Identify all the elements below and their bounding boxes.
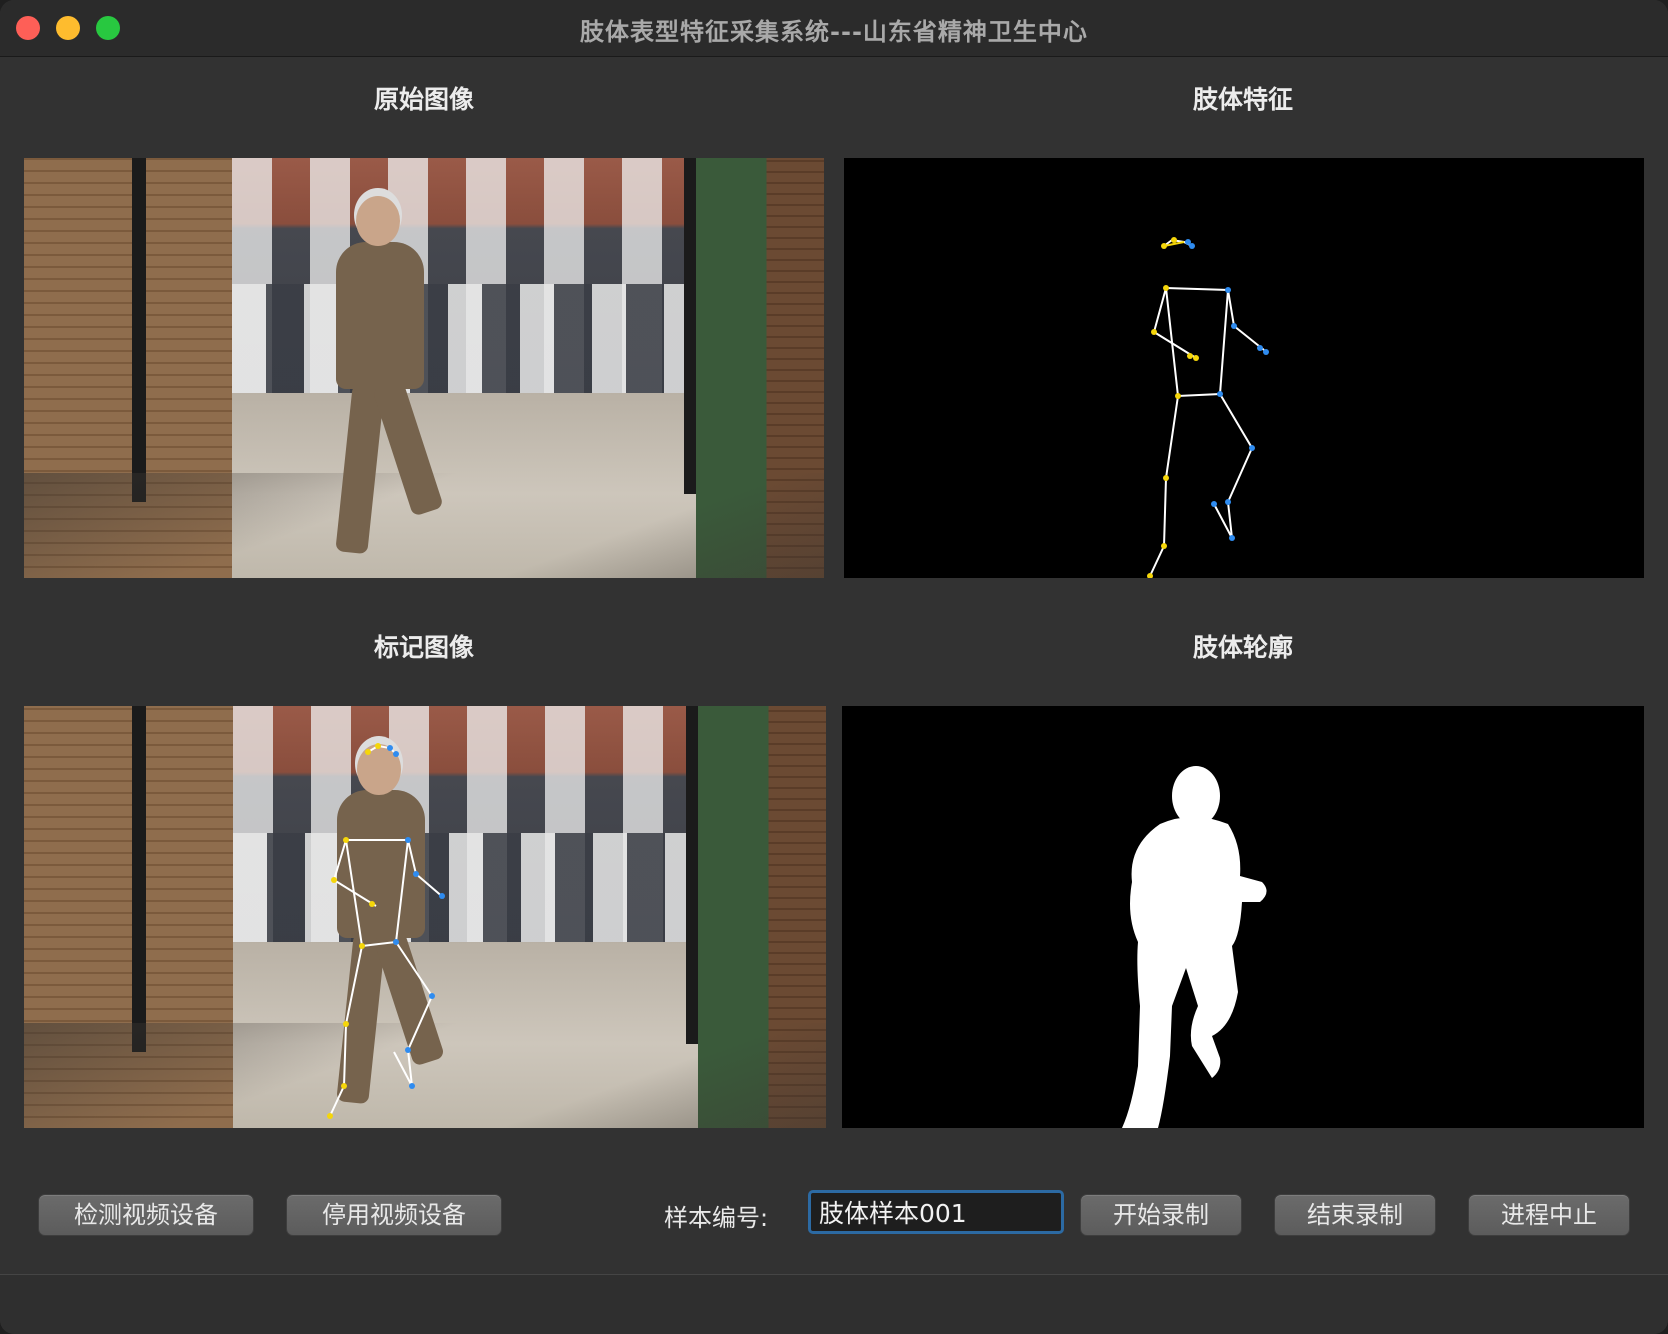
street-scene-image [24, 158, 824, 578]
stop-recording-button[interactable]: 结束录制 [1274, 1194, 1436, 1236]
original-image-label: 原始图像 [373, 85, 474, 114]
skeleton-overlay [327, 743, 445, 1119]
body-contour-view [842, 706, 1644, 1128]
sample-id-input[interactable] [811, 1193, 1061, 1231]
detect-video-device-button[interactable]: 检测视频设备 [38, 1194, 254, 1236]
body-features-view [844, 158, 1644, 578]
sample-id-field[interactable] [808, 1190, 1064, 1234]
app-window: 肢体表型特征采集系统---山东省精神卫生中心 原始图像 肢体特征 标记图像 肢体… [0, 0, 1668, 1334]
skeleton-graphic [1147, 237, 1269, 578]
silhouette-graphic [1122, 766, 1267, 1128]
body-contour-label: 肢体轮廓 [1192, 633, 1293, 662]
start-recording-button[interactable]: 开始录制 [1080, 1194, 1242, 1236]
window-title: 肢体表型特征采集系统---山东省精神卫生中心 [580, 18, 1088, 46]
marked-image-label: 标记图像 [373, 633, 474, 662]
title-bar: 肢体表型特征采集系统---山东省精神卫生中心 [0, 0, 1668, 57]
abort-process-button[interactable]: 进程中止 [1468, 1194, 1630, 1236]
body-features-label: 肢体特征 [1192, 85, 1293, 114]
original-image-view [24, 158, 824, 578]
status-bar [0, 1274, 1668, 1334]
marked-image-view [24, 706, 826, 1128]
disable-video-device-button[interactable]: 停用视频设备 [286, 1194, 502, 1236]
sample-id-label: 样本编号: [664, 1204, 769, 1232]
